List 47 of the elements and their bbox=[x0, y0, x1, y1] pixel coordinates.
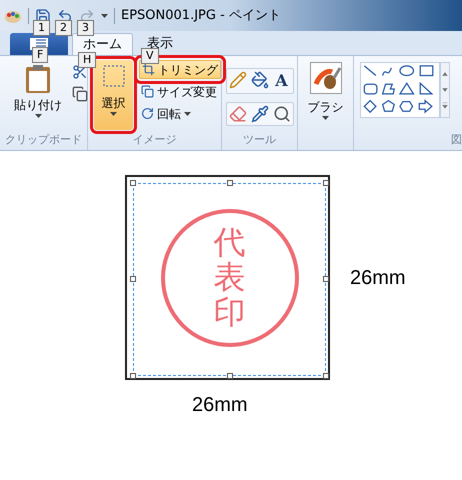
select-button[interactable]: 選択 bbox=[94, 60, 133, 130]
crop-icon bbox=[142, 63, 155, 76]
brush-button[interactable]: ブラシ bbox=[308, 62, 344, 120]
stamp-text: 代表印 bbox=[214, 224, 246, 330]
keytip: 2 bbox=[55, 20, 72, 36]
gallery-scroll-icon[interactable] bbox=[440, 62, 450, 118]
resize-handle[interactable] bbox=[323, 276, 329, 282]
brush-icon bbox=[310, 62, 342, 94]
keytip: 3 bbox=[77, 20, 94, 36]
resize-handle[interactable] bbox=[227, 373, 233, 379]
shapes-gallery[interactable] bbox=[360, 62, 440, 118]
group-label: イメージ bbox=[132, 132, 178, 148]
keytip: F bbox=[32, 47, 48, 63]
caret-icon bbox=[110, 112, 117, 116]
keytip: 1 bbox=[33, 20, 50, 36]
ribbon-tab[interactable]: ホーム bbox=[72, 33, 133, 55]
resize-handle[interactable] bbox=[130, 373, 136, 379]
image-command-button[interactable]: 回転 bbox=[139, 104, 221, 123]
image-command-button[interactable]: サイズ変更 bbox=[139, 82, 221, 101]
group-label: クリップボード bbox=[4, 132, 83, 148]
copy-icon[interactable] bbox=[72, 86, 88, 102]
group-label: 図 bbox=[451, 132, 462, 148]
keytip: H bbox=[78, 52, 96, 68]
resize-handle[interactable] bbox=[227, 180, 233, 186]
pencil-icon[interactable] bbox=[228, 71, 246, 89]
caret-icon bbox=[34, 114, 42, 118]
caret-icon bbox=[322, 116, 329, 120]
window-title: EPSON001.JPG - ペイント bbox=[121, 6, 281, 25]
resize-handle[interactable] bbox=[323, 180, 329, 186]
clipboard-icon bbox=[25, 64, 51, 94]
dimension-label: 26mm bbox=[350, 266, 406, 290]
paste-button[interactable]: 貼り付け bbox=[14, 64, 62, 132]
pipette-icon[interactable] bbox=[250, 105, 268, 123]
dimension-label: 26mm bbox=[192, 393, 249, 418]
keytip: V bbox=[141, 48, 159, 64]
resize-handle[interactable] bbox=[323, 373, 329, 379]
scissors-icon[interactable] bbox=[72, 64, 88, 80]
rotate-icon bbox=[141, 107, 154, 120]
fill-icon[interactable] bbox=[250, 71, 268, 89]
magnifier-icon[interactable] bbox=[272, 105, 290, 123]
resize-handle[interactable] bbox=[130, 276, 136, 282]
caret-icon bbox=[101, 14, 108, 18]
selection-icon bbox=[102, 64, 126, 88]
resize-icon bbox=[141, 85, 154, 98]
resize-handle[interactable] bbox=[130, 180, 136, 186]
eraser-icon[interactable] bbox=[228, 105, 246, 123]
group-label: ツール bbox=[242, 132, 277, 148]
